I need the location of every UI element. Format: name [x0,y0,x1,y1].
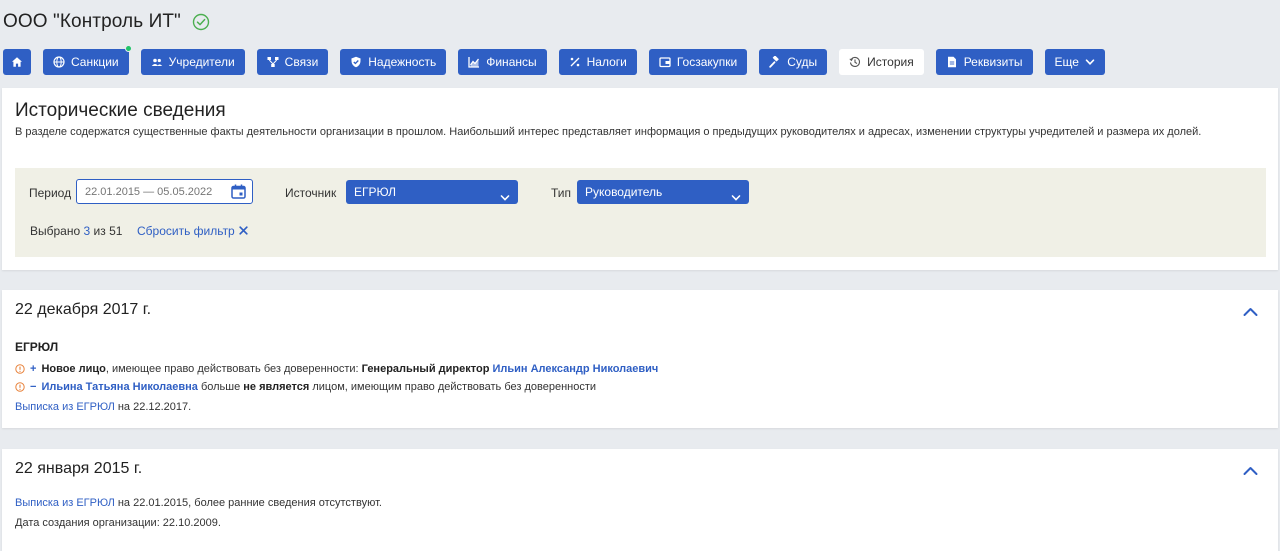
nav-finance-button[interactable]: Финансы [458,49,547,75]
percent-icon [569,56,581,68]
extract-link[interactable]: Выписка из ЕГРЮЛ [15,401,115,413]
extract-note: Выписка из ЕГРЮЛ на 22.12.2017. [15,401,191,413]
nav-requisites-label: Реквизиты [963,55,1023,69]
period-input[interactable] [76,179,253,204]
event-line-removed: − Ильина Татьяна Николаевна больше не яв… [15,381,596,393]
nav-history-label: История [867,55,914,69]
nav-sanctions-label: Санкции [71,55,119,69]
chart-icon [468,56,480,68]
company-title: ООО "Контроль ИТ" [3,11,181,32]
selected-count: Выбрано 3 из 51 [30,224,122,238]
line-text: больше [197,381,244,393]
chevron-up-icon[interactable] [1243,304,1258,316]
source-select[interactable]: ЕГРЮЛ [346,180,518,204]
nav-links-label: Связи [284,55,319,69]
event-line-added: + Новое лицо, имеющее право действовать … [15,363,658,375]
minus-sign: − [30,381,37,393]
event-date: 22 декабря 2017 г. [15,301,152,318]
period-label: Период [29,186,72,200]
notification-dot [124,45,132,52]
history-icon [849,56,861,68]
chevron-up-icon[interactable] [1243,463,1258,475]
extract-suffix: на 22.01.2015, более ранние сведения отс… [114,497,382,509]
plus-sign: + [30,363,37,375]
chevron-down-icon [731,187,741,201]
nav-taxes-label: Налоги [586,55,627,69]
close-icon [239,226,248,235]
warning-icon [15,364,25,374]
person-link[interactable]: Ильин Александр Николаевич [492,363,658,375]
selected-prefix: Выбрано [30,224,81,238]
type-select-value: Руководитель [585,185,663,199]
nav-founders-button[interactable]: Учредители [140,49,245,75]
reset-filter-label: Сбросить фильтр [137,224,235,238]
nav-reliability-label: Надежность [368,55,437,69]
calendar-icon[interactable] [231,184,246,199]
person-link[interactable]: Ильина Татьяна Николаевна [41,381,197,393]
role-label: Генеральный директор [361,363,490,375]
nav-more-button[interactable]: Еще [1044,49,1105,75]
section-title: Исторические сведения [15,100,226,121]
page-header: ООО "Контроль ИТ" [0,0,1280,44]
event-card: 22 января 2015 г. Выписка из ЕГРЮЛ на 22… [2,449,1278,551]
nav-courts-label: Суды [787,55,818,69]
section-description: В разделе содержатся существенные факты … [15,126,1202,138]
chevron-down-icon [500,187,510,201]
shield-icon [350,56,362,68]
event-source: ЕГРЮЛ [15,340,59,354]
history-info-panel: Исторические сведения В разделе содержат… [2,88,1278,270]
event-card: 22 декабря 2017 г. ЕГРЮЛ + Новое лицо, и… [2,290,1278,428]
wallet-icon [659,56,671,68]
gavel-icon [769,56,781,68]
nav-procurement-button[interactable]: Госзакупки [648,49,748,75]
nav-more-label: Еще [1054,55,1079,69]
nav-taxes-button[interactable]: Налоги [558,49,637,75]
extract-link[interactable]: Выписка из ЕГРЮЛ [15,497,115,509]
not-is-label: не является [243,381,310,393]
nav-procurement-label: Госзакупки [676,55,738,69]
nav-sanctions-button[interactable]: Санкции [43,45,132,75]
event-date: 22 января 2015 г. [15,460,143,477]
warning-icon [15,382,25,392]
nav-reliability-button[interactable]: Надежность [340,49,447,75]
source-label: Источник [285,186,337,200]
type-label: Тип [551,186,572,200]
nav-founders-label: Учредители [168,55,235,69]
document-icon [946,56,958,68]
network-icon [267,56,279,68]
line-text: , имеющее право действовать без доверенн… [105,363,362,375]
selected-suffix: из 51 [93,224,123,238]
check-circle-icon [192,13,210,31]
chevron-down-icon [1085,57,1095,67]
line-text: лицом, имеющим право действовать без дов… [309,381,597,393]
extract-note: Выписка из ЕГРЮЛ на 22.01.2015, более ра… [15,497,382,509]
section-nav: Санкции Учредители Связи Надежность Фина… [3,45,1117,75]
nav-requisites-button[interactable]: Реквизиты [935,49,1033,75]
nav-finance-label: Финансы [486,55,537,69]
source-select-value: ЕГРЮЛ [354,185,396,199]
filter-box: Период Источник ЕГРЮЛ Тип Руководитель В… [15,168,1266,257]
home-icon [11,56,23,68]
nav-links-button[interactable]: Связи [256,49,329,75]
selected-count-value: 3 [83,224,91,238]
nav-history-button[interactable]: История [839,49,924,75]
users-icon [151,56,163,68]
nav-courts-button[interactable]: Суды [759,49,828,75]
nav-home-button[interactable] [3,49,31,75]
new-person-label: Новое лицо [41,363,106,375]
type-select[interactable]: Руководитель [577,180,749,204]
extract-suffix: на 22.12.2017. [114,401,192,413]
globe-icon [53,56,65,68]
reset-filter-link[interactable]: Сбросить фильтр [137,224,248,238]
creation-date-note: Дата создания организации: 22.10.2009. [15,517,221,529]
